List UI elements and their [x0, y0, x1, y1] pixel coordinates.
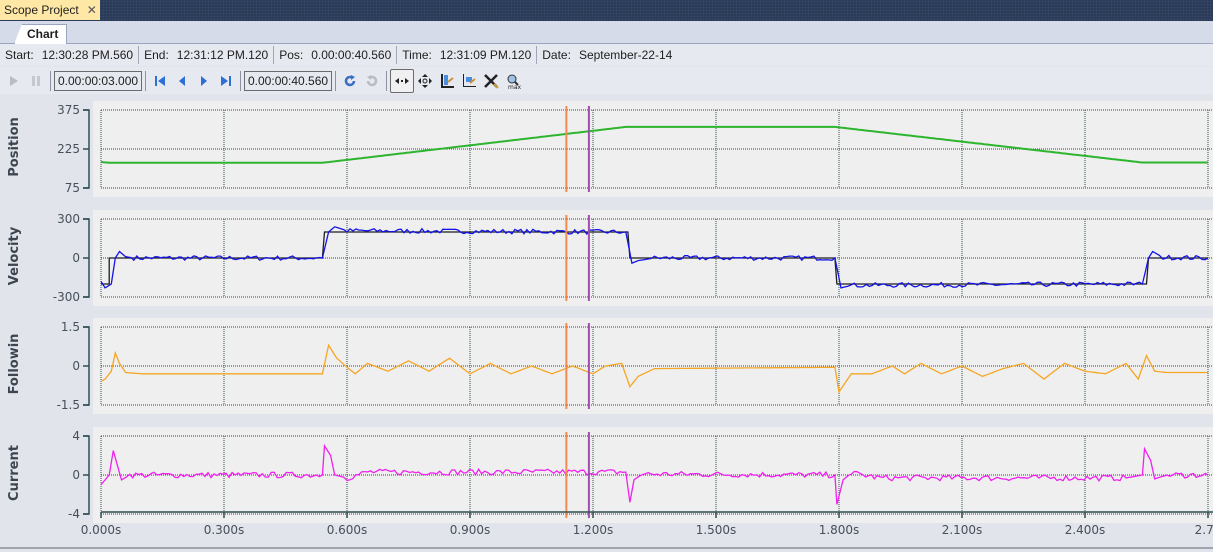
play-button[interactable] — [3, 70, 25, 92]
x-tick-label: 0.900s — [450, 523, 491, 537]
separator — [145, 70, 146, 91]
pan-horizontal-button[interactable] — [390, 68, 414, 93]
date-label: Date: — [542, 48, 571, 62]
first-icon — [155, 75, 165, 86]
separator — [335, 70, 336, 91]
x-tick-label: 1.500s — [696, 523, 737, 537]
y-tick-label: 0 — [72, 359, 80, 373]
zoom-max-button[interactable]: max — [502, 70, 524, 92]
chart-tabstrip: Chart — [0, 21, 1213, 44]
reload-button[interactable] — [339, 70, 361, 92]
time-label: Time: — [402, 48, 432, 62]
close-icon[interactable]: ✕ — [87, 3, 97, 17]
scope-chart: Position 375 225 75 Velocity 300 0 -300 Followin… — [0, 94, 1213, 552]
move-button[interactable] — [414, 70, 436, 92]
y-tick-label: -300 — [53, 290, 80, 304]
separator — [386, 70, 387, 91]
y-axis-title-current: Current — [7, 445, 22, 501]
y-axis-title-position: Position — [7, 117, 22, 177]
move-icon — [418, 73, 432, 88]
end-label: End: — [144, 48, 169, 62]
x-tick-label: 2.100s — [942, 523, 983, 537]
cross-cursor-icon — [484, 73, 499, 89]
x-tick-label: 2.400s — [1065, 523, 1106, 537]
previous-button[interactable] — [171, 70, 193, 92]
x-tick-label: 1.800s — [819, 523, 860, 537]
y-tick-label: -1.5 — [57, 398, 80, 412]
cross-cursor-button[interactable] — [480, 70, 502, 92]
redo-button[interactable] — [361, 70, 383, 92]
reload-icon — [344, 74, 356, 86]
date-value: September-22-14 — [578, 48, 673, 62]
doc-tab-title: Scope Project — [4, 3, 79, 17]
axis-settings-icon — [463, 73, 476, 87]
pos-value: 0.00:00:40.560 — [311, 48, 392, 62]
pos-label: Pos: — [279, 48, 304, 62]
last-icon — [221, 75, 231, 86]
play-icon — [10, 75, 18, 86]
y-tick-label: 0 — [72, 468, 80, 482]
tab-chart[interactable]: Chart — [14, 24, 68, 44]
next-icon — [201, 75, 207, 86]
x-tick-label: 0.600s — [327, 523, 368, 537]
pan-horizontal-icon — [395, 77, 409, 84]
start-value: 12:30:28 PM.560 — [41, 48, 134, 62]
next-button[interactable] — [193, 70, 215, 92]
chart-settings-icon — [441, 73, 454, 88]
separator — [50, 70, 51, 91]
info-date: Date: September-22-14 — [537, 48, 677, 62]
end-value: 12:31:12 PM.120 — [176, 48, 269, 62]
y-axis-title-following: Followin — [7, 334, 22, 395]
first-button[interactable] — [149, 70, 171, 92]
document-tab-bar: Scope Project ✕ — [0, 0, 1213, 21]
pause-button[interactable] — [25, 70, 47, 92]
zoom-max-icon: max — [507, 74, 521, 89]
y-tick-label: 375 — [57, 103, 80, 117]
scope-chart-svg[interactable]: Position 375 225 75 Velocity 300 0 -300 Followin… — [0, 94, 1213, 549]
chart-settings-button[interactable] — [436, 70, 458, 92]
x-tick-label: 0.300s — [204, 523, 245, 537]
y-tick-label: 225 — [57, 142, 80, 156]
x-tick-label: 0.000s — [81, 523, 122, 537]
svg-text:max: max — [508, 84, 521, 89]
info-pos: Pos: 0.00:00:40.560 — [274, 48, 396, 62]
toolbar: 0.00:00:03.000 0.00:00:40.560 max — [0, 67, 1213, 94]
redo-icon — [366, 74, 378, 86]
doc-tab-scope-project[interactable]: Scope Project ✕ — [0, 0, 100, 20]
start-label: Start: — [5, 48, 34, 62]
info-end: End: 12:31:12 PM.120 — [139, 48, 273, 62]
pause-icon — [32, 75, 40, 86]
axis-settings-button[interactable] — [458, 70, 480, 92]
info-bar: Start: 12:30:28 PM.560 End: 12:31:12 PM.… — [0, 44, 1213, 66]
info-start: Start: 12:30:28 PM.560 — [0, 48, 138, 62]
last-button[interactable] — [215, 70, 237, 92]
y-tick-label: 1.5 — [61, 320, 80, 334]
time-value: 12:31:09 PM.120 — [439, 48, 532, 62]
y-tick-label: 0 — [72, 251, 80, 265]
separator — [240, 70, 241, 91]
position-field[interactable]: 0.00:00:40.560 — [244, 70, 332, 91]
info-time: Time: 12:31:09 PM.120 — [397, 48, 536, 62]
y-tick-label: 75 — [65, 181, 80, 195]
x-tick-label: 2.70 — [1195, 523, 1213, 537]
y-tick-label: -4 — [68, 507, 80, 521]
y-tick-label: 300 — [57, 212, 80, 226]
y-axis-title-velocity: Velocity — [7, 226, 22, 285]
x-tick-label: 1.200s — [573, 523, 614, 537]
prev-icon — [179, 75, 185, 86]
y-tick-label: 4 — [72, 429, 80, 443]
duration-field[interactable]: 0.00:00:03.000 — [54, 70, 142, 91]
